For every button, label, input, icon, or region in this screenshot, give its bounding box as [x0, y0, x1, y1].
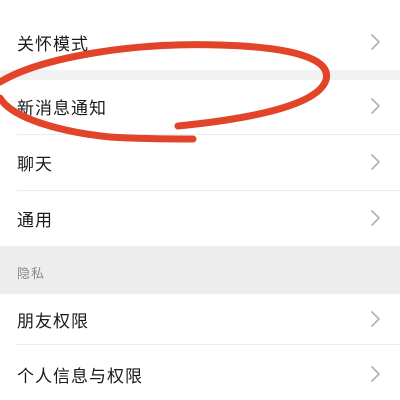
- settings-item-chat[interactable]: 聊天: [0, 135, 400, 190]
- chevron-right-icon: [371, 154, 380, 170]
- settings-screen: 关怀模式 新消息通知 聊天 通用 隐私 朋友权限 个人信息与权限: [0, 0, 400, 400]
- settings-item-personal-info-permissions-label: 个人信息与权限: [17, 367, 143, 387]
- chevron-right-icon: [371, 98, 380, 114]
- chevron-right-icon: [371, 210, 380, 226]
- settings-item-new-message-notifications-label: 新消息通知: [17, 99, 107, 119]
- settings-item-care-mode[interactable]: 关怀模式: [0, 0, 400, 70]
- settings-item-personal-info-permissions[interactable]: 个人信息与权限: [0, 345, 400, 400]
- settings-item-general[interactable]: 通用: [0, 191, 400, 246]
- section-header-privacy: 隐私: [0, 246, 400, 294]
- group-gap: [0, 70, 400, 80]
- settings-item-general-label: 通用: [17, 211, 53, 231]
- settings-item-friend-permissions[interactable]: 朋友权限: [0, 294, 400, 344]
- chevron-right-icon: [371, 366, 380, 382]
- settings-item-chat-label: 聊天: [17, 155, 53, 175]
- chevron-right-icon: [371, 311, 380, 327]
- chevron-right-icon: [371, 34, 380, 50]
- settings-item-new-message-notifications[interactable]: 新消息通知: [0, 80, 400, 134]
- settings-item-friend-permissions-label: 朋友权限: [17, 312, 89, 332]
- section-header-privacy-label: 隐私: [17, 267, 46, 282]
- settings-item-care-mode-label: 关怀模式: [17, 35, 89, 55]
